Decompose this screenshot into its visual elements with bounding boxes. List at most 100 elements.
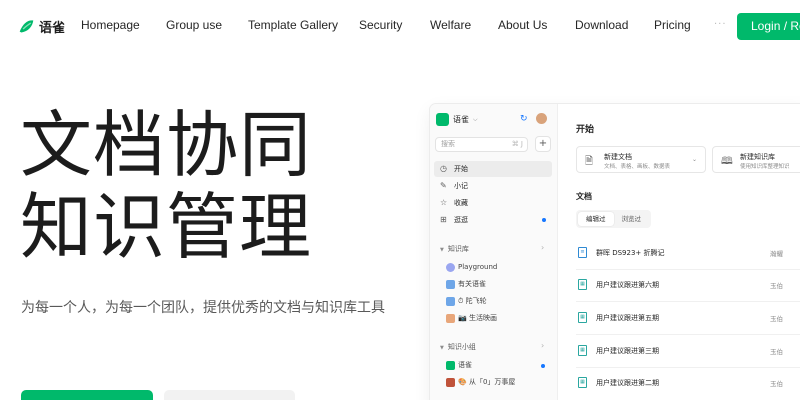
nav-security[interactable]: Security: [359, 18, 402, 32]
add-button[interactable]: +: [535, 136, 551, 152]
chevron-right-icon[interactable]: ›: [541, 341, 544, 350]
hero-title-line-2: 知识管理: [20, 185, 313, 269]
notification-icon[interactable]: ↻: [520, 114, 528, 124]
document-icon: 🗎: [585, 156, 594, 167]
doc-author: 瀚耀: [770, 250, 783, 258]
doc-row[interactable]: ▦ 用户建议跟进第三期 玉伯: [576, 343, 800, 359]
team-label: 语雀: [458, 361, 472, 369]
unread-dot: [542, 218, 546, 222]
book-item[interactable]: 📷 生活映画: [446, 312, 497, 325]
search-shortcut: ⌘ J: [511, 140, 523, 148]
cta-secondary-button[interactable]: [164, 390, 295, 400]
start-title: 开始: [576, 125, 595, 135]
doc-title: 群晖 DS923+ 折腾记: [596, 249, 665, 257]
table-icon: ▦: [578, 279, 587, 290]
search-placeholder: 搜索: [441, 140, 455, 148]
book-icon: 🕮: [721, 156, 733, 167]
sidebar-item-explore[interactable]: ⊞ 逛逛: [434, 212, 552, 228]
avatar[interactable]: [536, 113, 547, 124]
book-icon: [446, 280, 455, 289]
knowledge-group-label: 知识库: [447, 245, 469, 253]
card-desc: 文档、表格、画板、数据表: [604, 164, 671, 170]
doc-author: 玉伯: [770, 348, 783, 356]
preview-sidebar: 语雀 ⌵ ↻ 搜索 ⌘ J + ◷ 开始 ✎ 小记 ☆ 收藏 ⊞ 逛逛 ▼ 知识库: [430, 104, 558, 400]
grid-icon: ⊞: [440, 215, 447, 224]
divider: [576, 367, 800, 368]
divider: [576, 334, 800, 335]
team-item[interactable]: 语雀: [446, 359, 472, 372]
yuque-logo-icon: [19, 20, 34, 33]
book-icon: [446, 297, 455, 306]
doc-title: 用户建议跟进第六期: [596, 281, 659, 289]
team-icon: [446, 361, 455, 370]
sidebar-item-start[interactable]: ◷ 开始: [434, 161, 552, 177]
card-title: 新建知识库: [740, 153, 775, 161]
tab-edited[interactable]: 编辑过: [578, 212, 614, 226]
nav-about-us[interactable]: About Us: [498, 18, 547, 32]
doc-author: 玉伯: [770, 315, 783, 323]
table-icon: ▦: [578, 345, 587, 356]
preview-main: 开始 🗎 新建文档 文档、表格、画板、数据表 ⌄ 🕮 新建知识库 使用知识库整理…: [558, 104, 800, 400]
new-doc-card[interactable]: 🗎 新建文档 文档、表格、画板、数据表 ⌄: [576, 146, 706, 173]
preview-search-input[interactable]: 搜索 ⌘ J: [435, 137, 528, 152]
login-register-button[interactable]: Login / Re: [737, 13, 800, 40]
sidebar-item-notes[interactable]: ✎ 小记: [434, 178, 552, 194]
new-knowledge-base-card[interactable]: 🕮 新建知识库 使用知识库整理知识: [712, 146, 800, 173]
docs-title: 文档: [576, 192, 592, 201]
doc-author: 玉伯: [770, 380, 783, 388]
sidebar-item-label: 收藏: [454, 199, 468, 207]
book-item[interactable]: 有关语雀: [446, 278, 486, 291]
nav-homepage[interactable]: Homepage: [81, 18, 140, 32]
book-label: 有关语雀: [458, 280, 486, 288]
unread-dot: [541, 364, 545, 368]
doc-row[interactable]: ▦ 用户建议跟进第五期 玉伯: [576, 310, 800, 326]
chevron-down-icon: ⌵: [473, 115, 478, 123]
team-group-header[interactable]: ▼ 知识小组: [440, 342, 476, 352]
doc-title: 用户建议跟进第二期: [596, 379, 659, 387]
book-label: ⏱ 陀飞轮: [458, 297, 487, 305]
feather-icon: ✎: [440, 181, 447, 190]
sidebar-item-favorites[interactable]: ☆ 收藏: [434, 195, 552, 211]
card-title: 新建文档: [604, 153, 632, 161]
chevron-down-icon[interactable]: ⌄: [692, 156, 697, 163]
tab-viewed[interactable]: 浏览过: [614, 212, 650, 226]
preview-brand-text: 语雀: [453, 115, 469, 124]
cta-primary-button[interactable]: [21, 390, 153, 400]
star-icon: ☆: [440, 198, 448, 207]
team-icon: [446, 378, 455, 387]
divider: [576, 269, 800, 270]
nav-group-use[interactable]: Group use: [166, 18, 222, 32]
preview-brand[interactable]: 语雀 ⌵: [436, 113, 478, 126]
book-item[interactable]: ⏱ 陀飞轮: [446, 295, 487, 308]
book-icon: [446, 314, 455, 323]
logo[interactable]: 语雀: [18, 17, 65, 36]
hero-subtitle: 为每一个人，为每一个团队，提供优秀的文档与知识库工具: [21, 300, 385, 316]
team-label: 🎨 从「0」万事屋: [458, 378, 516, 386]
sidebar-item-label: 小记: [454, 182, 468, 190]
divider: [576, 301, 800, 302]
document-icon: ≡: [578, 247, 587, 258]
doc-row[interactable]: ≡ 群晖 DS923+ 折腾记 瀚耀: [576, 245, 800, 261]
sidebar-item-label: 逛逛: [454, 216, 468, 224]
nav-more-icon[interactable]: ···: [714, 19, 727, 30]
doc-row[interactable]: ▦ 用户建议跟进第二期 玉伯: [576, 375, 800, 391]
card-desc: 使用知识库整理知识: [740, 164, 790, 170]
docs-tabs: 编辑过 浏览过: [576, 210, 651, 228]
app-preview: 语雀 ⌵ ↻ 搜索 ⌘ J + ◷ 开始 ✎ 小记 ☆ 收藏 ⊞ 逛逛 ▼ 知识库: [430, 104, 800, 400]
knowledge-group-header[interactable]: ▼ 知识库: [440, 244, 469, 254]
nav-template-gallery[interactable]: Template Gallery: [248, 18, 338, 32]
caret-down-icon: ▼: [440, 345, 444, 351]
nav-welfare[interactable]: Welfare: [430, 18, 471, 32]
book-item[interactable]: Playground: [446, 261, 497, 274]
nav-download[interactable]: Download: [575, 18, 628, 32]
clock-icon: ◷: [440, 164, 447, 173]
doc-author: 玉伯: [770, 282, 783, 290]
doc-title: 用户建议跟进第三期: [596, 347, 659, 355]
nav-pricing[interactable]: Pricing: [654, 18, 691, 32]
sidebar-item-label: 开始: [454, 165, 468, 173]
chevron-right-icon[interactable]: ›: [541, 243, 544, 252]
doc-row[interactable]: ▦ 用户建议跟进第六期 玉伯: [576, 277, 800, 293]
yuque-app-icon: [436, 113, 449, 126]
team-item[interactable]: 🎨 从「0」万事屋: [446, 376, 515, 389]
hero-title-line-1: 文档协同: [20, 103, 313, 187]
